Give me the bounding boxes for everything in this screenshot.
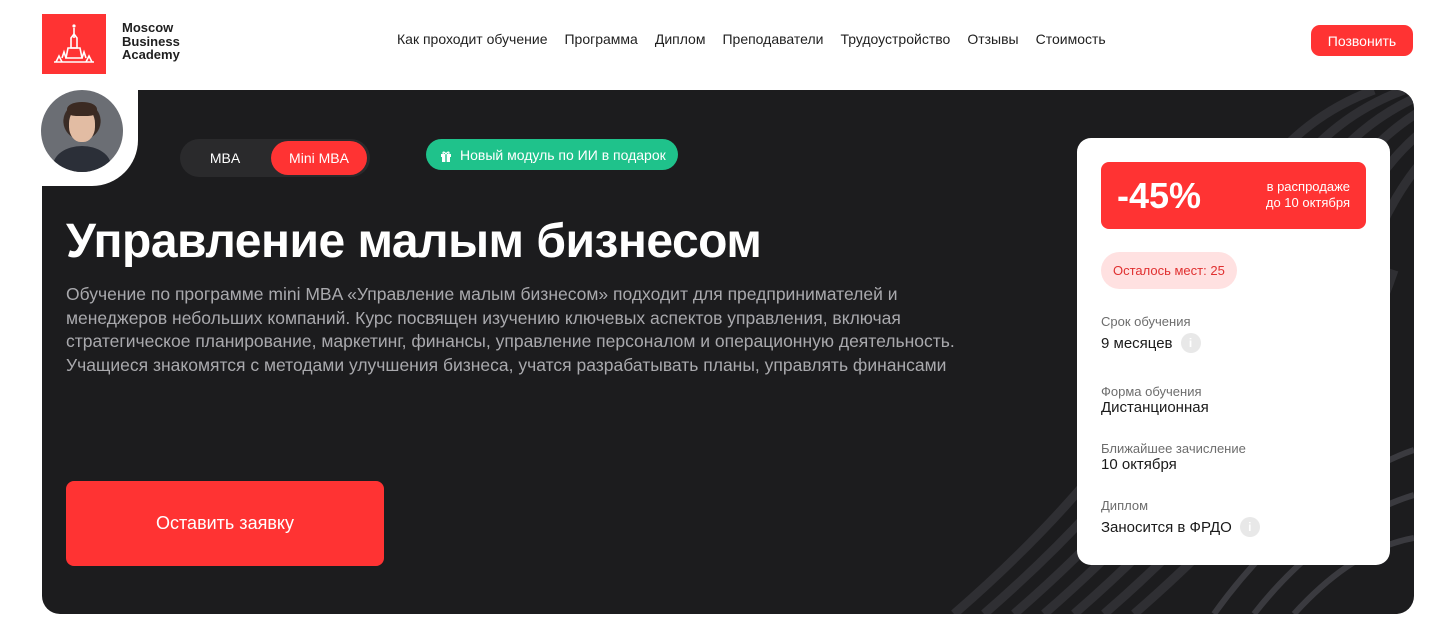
tab-mini-mba[interactable]: Mini MBA [271,141,367,175]
form-value: Дистанционная [1101,399,1209,416]
discount-note-line: в распродаже [1266,179,1350,194]
form-field: Форма обучения Дистанционная [1101,384,1209,416]
gift-icon [440,149,452,162]
duration-label: Срок обучения [1101,314,1191,329]
form-label: Форма обучения [1101,384,1202,399]
logo-icon[interactable] [42,14,106,74]
tab-mba[interactable]: MBA [182,141,268,175]
course-info-card: -45% в распродаже до 10 октября Осталось… [1077,138,1390,565]
enroll-label: Ближайшее зачисление [1101,441,1246,456]
enroll-field: Ближайшее зачисление 10 октября [1101,441,1246,473]
diploma-label: Диплом [1101,498,1149,513]
enroll-value-row: 10 октября [1101,456,1246,473]
nav-item-how[interactable]: Как проходит обучение [397,31,547,47]
apply-button[interactable]: Оставить заявку [66,481,384,566]
duration-field: Срок обучения 9 месяцев i [1101,314,1201,353]
diploma-field: Диплом Заносится в ФРДО i [1101,498,1260,537]
course-description: Обучение по программе mini MBA «Управлен… [66,284,955,375]
discount-note: в распродаже до 10 октября [1266,179,1350,211]
discount-banner: -45% в распродаже до 10 октября [1101,162,1366,229]
nav-item-diploma[interactable]: Диплом [655,31,706,47]
main-nav: Как проходит обучение Программа Диплом П… [397,31,1106,47]
program-toggle: MBA Mini MBA [180,139,370,177]
discount-value: -45% [1117,175,1202,216]
diploma-value-row: Заносится в ФРДО i [1101,517,1260,537]
gift-badge-label: Новый модуль по ИИ в подарок [460,146,666,163]
call-button[interactable]: Позвонить [1311,25,1413,56]
form-value-row: Дистанционная [1101,399,1209,416]
logo-text[interactable]: Moscow Business Academy [122,21,212,62]
avatar [41,90,123,172]
page-title: Управление малым бизнесом [66,215,762,268]
nav-item-reviews[interactable]: Отзывы [967,31,1018,47]
gift-badge: Новый модуль по ИИ в подарок [426,139,678,170]
nav-item-price[interactable]: Стоимость [1036,31,1106,47]
duration-value-row: 9 месяцев i [1101,333,1201,353]
nav-item-teachers[interactable]: Преподаватели [722,31,823,47]
info-icon[interactable]: i [1180,333,1201,353]
info-icon[interactable]: i [1239,517,1260,537]
discount-note-line: до 10 октября [1265,195,1350,210]
diploma-value: Заносится в ФРДО [1101,518,1232,536]
duration-value: 9 месяцев [1101,334,1173,352]
nav-item-program[interactable]: Программа [564,31,637,47]
seats-badge: Осталось мест: 25 [1101,252,1237,289]
nav-item-employment[interactable]: Трудоустройство [840,31,950,47]
enroll-value: 10 октября [1101,456,1177,473]
